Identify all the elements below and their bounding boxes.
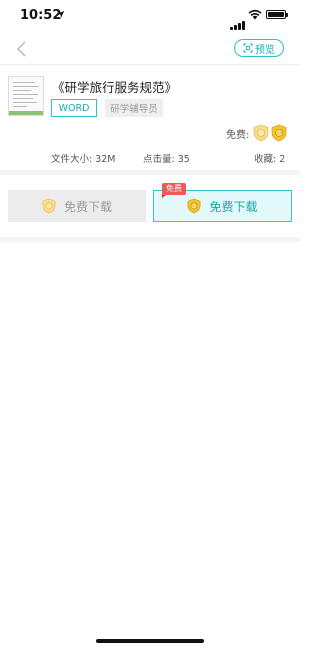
free-download-label: 免费下载 <box>63 199 112 214</box>
wifi-icon <box>248 9 262 20</box>
status-bar: 10:52 <box>0 0 300 32</box>
bottom-divider <box>0 237 300 242</box>
format-tag[interactable]: WORD <box>51 99 97 117</box>
preview-button[interactable]: 预览 <box>234 39 284 57</box>
nav-divider <box>0 64 300 65</box>
nav-bar: 预览 <box>0 32 300 64</box>
document-title: 《研学旅行服务规范》 <box>52 80 178 95</box>
gold-coin-shield-icon <box>188 198 201 214</box>
home-indicator[interactable] <box>96 639 204 643</box>
free-ribbon: 免费 <box>162 183 186 195</box>
free-download-button-disabled[interactable]: 免费下载 <box>8 190 146 222</box>
preview-label: 预览 <box>255 44 275 56</box>
signal-icon <box>230 11 246 30</box>
section-divider <box>0 170 300 175</box>
battery-icon <box>266 10 288 19</box>
free-download-button[interactable]: 免费 免费下载 <box>153 183 292 222</box>
scan-icon <box>243 43 253 53</box>
chevron-left-icon[interactable] <box>12 38 34 60</box>
ribbon-tail <box>162 195 166 198</box>
coin-shield-icon <box>42 198 56 214</box>
location-arrow-icon <box>56 10 65 19</box>
free-label: 免费: <box>226 130 250 141</box>
free-download-label: 免费下载 <box>209 199 258 214</box>
favorite-count: 收藏: 2 <box>254 154 286 165</box>
file-size: 文件大小: 32M <box>51 154 116 165</box>
silver-coin-shield-icon <box>253 124 269 142</box>
click-count: 点击量: 35 <box>143 154 190 165</box>
category-tag[interactable]: 研学辅导员 <box>105 99 163 117</box>
gold-coin-shield-icon <box>271 124 287 142</box>
document-thumbnail[interactable] <box>8 76 44 116</box>
